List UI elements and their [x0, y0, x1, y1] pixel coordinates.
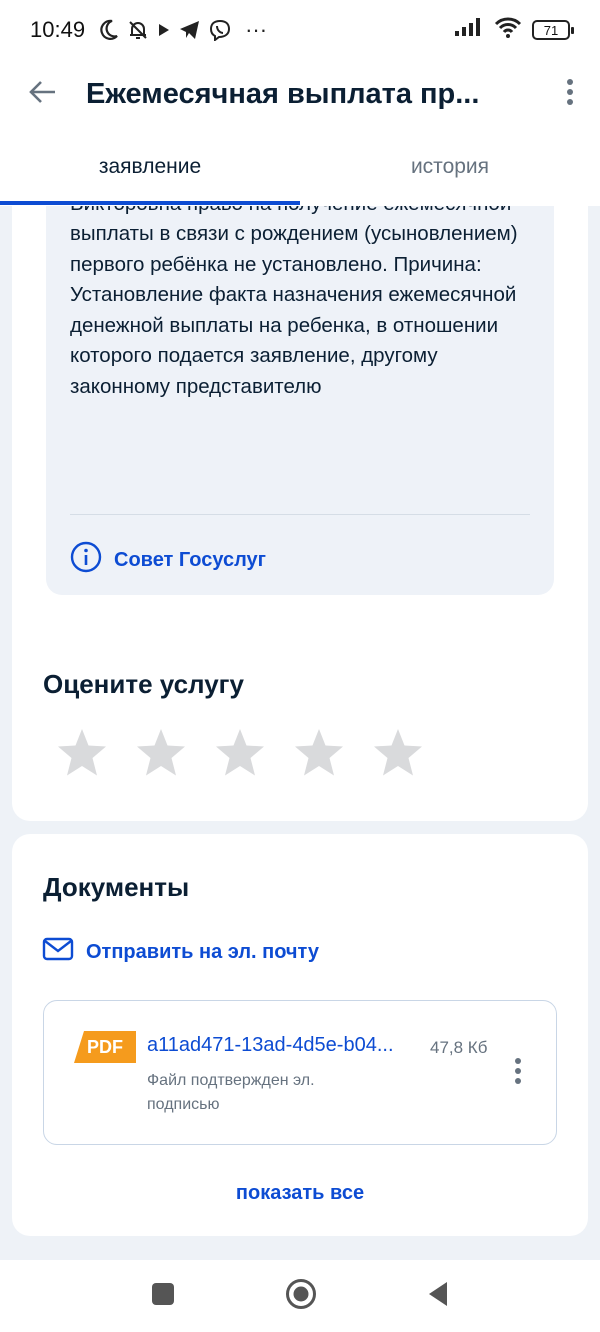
rating-stars	[56, 727, 424, 779]
status-bar: 10:49 ··· 71	[0, 0, 600, 60]
play-icon	[157, 22, 171, 38]
documents-title: Документы	[43, 872, 190, 902]
app-bar: Ежемесячная выплата пр...	[0, 60, 600, 128]
tab-history[interactable]: история	[300, 128, 600, 206]
wifi-icon	[494, 16, 522, 44]
more-dots-icon: ···	[245, 17, 268, 42]
advice-link[interactable]: Совет Госуслуг	[70, 541, 266, 579]
show-all-button[interactable]: показать все	[12, 1182, 588, 1205]
home-button[interactable]	[285, 1278, 317, 1315]
star-icon-1[interactable]	[56, 727, 108, 779]
vertical-dots-icon	[566, 78, 574, 111]
back-button[interactable]	[0, 60, 86, 128]
rating-card: Оцените услугу	[12, 631, 588, 821]
battery-icon: 71	[532, 20, 574, 40]
viber-icon	[209, 19, 231, 41]
document-size: 47,8 Кб	[430, 1038, 488, 1057]
document-menu-button[interactable]	[506, 1056, 530, 1090]
tab-application[interactable]: заявление	[0, 128, 300, 206]
send-email-button[interactable]: Отправить на эл. почту	[42, 937, 319, 967]
back-nav-button[interactable]	[427, 1281, 449, 1312]
document-item[interactable]: PDF a11ad471-13ad-4d5e-b04... 47,8 Кб Фа…	[43, 1000, 557, 1145]
star-icon-4[interactable]	[293, 727, 345, 779]
system-nav-bar	[0, 1260, 600, 1332]
tab-active-indicator	[0, 201, 300, 205]
moon-icon	[99, 19, 119, 41]
star-icon-5[interactable]	[372, 727, 424, 779]
star-icon-2[interactable]	[135, 727, 187, 779]
document-name[interactable]: a11ad471-13ad-4d5e-b04...	[147, 1034, 417, 1057]
overflow-menu-button[interactable]	[540, 60, 600, 128]
pdf-file-icon: PDF	[74, 1031, 136, 1063]
vertical-dots-icon	[514, 1057, 522, 1090]
telegram-icon	[179, 20, 201, 40]
decision-info-box: В отношении ребенка Косцова Елизавета Ви…	[46, 206, 554, 595]
document-signature-note: Файл подтвержден эл. подписью	[147, 1072, 315, 1113]
recents-button[interactable]	[151, 1282, 175, 1311]
status-time: 10:49	[30, 17, 86, 42]
decision-text: В отношении ребенка Косцова Елизавета Ви…	[70, 206, 518, 398]
bell-off-icon	[127, 19, 149, 41]
rating-title: Оцените услугу	[43, 669, 244, 699]
documents-card: Документы Отправить на эл. почту PDF a11…	[12, 834, 588, 1236]
divider	[70, 514, 530, 515]
send-email-label: Отправить на эл. почту	[86, 940, 319, 963]
info-icon	[70, 541, 102, 579]
signal-icon	[454, 17, 484, 43]
tab-bar: заявление история	[0, 128, 600, 206]
page-title: Ежемесячная выплата пр...	[86, 77, 480, 110]
advice-label: Совет Госуслуг	[114, 548, 266, 571]
arrow-left-icon	[29, 80, 57, 109]
main-content[interactable]: В отношении ребенка Косцова Елизавета Ви…	[0, 206, 600, 1260]
mail-icon	[42, 937, 74, 967]
star-icon-3[interactable]	[214, 727, 266, 779]
